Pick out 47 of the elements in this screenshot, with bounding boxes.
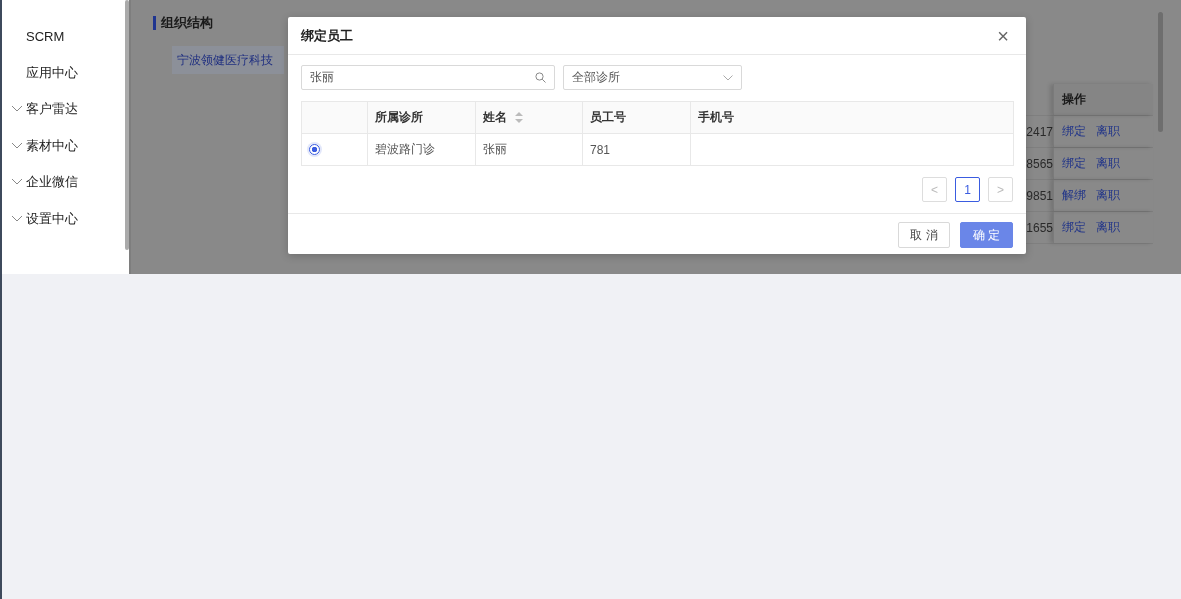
sidebar-item[interactable]: 设置中心 (26, 209, 78, 228)
scrollbar[interactable] (125, 0, 129, 250)
next-page-button[interactable]: > (988, 177, 1013, 202)
confirm-button[interactable]: 确 定 (960, 222, 1013, 248)
page-button[interactable]: 1 (955, 177, 980, 202)
cancel-button[interactable]: 取 消 (898, 222, 950, 248)
table-cell: 781 (590, 142, 611, 157)
table-cell: 碧波路门诊 (375, 141, 435, 158)
column-header: 手机号 (698, 109, 734, 126)
chevron-down-icon (11, 214, 23, 223)
search-field[interactable]: 张丽 (301, 65, 555, 90)
chevron-down-icon (11, 178, 23, 187)
section-title: 组织结构 (161, 14, 213, 32)
table-cell: 张丽 (483, 141, 507, 158)
action-link[interactable]: 绑定 (1062, 219, 1086, 236)
action-link[interactable]: 离职 (1096, 219, 1120, 236)
scrollbar[interactable] (1158, 12, 1163, 132)
table-cell-text: 2417 (1025, 123, 1053, 141)
sidebar-item[interactable]: 素材中心 (26, 136, 78, 155)
sidebar-item[interactable]: 企业微信 (26, 173, 78, 192)
column-header: 操作 (1062, 91, 1086, 108)
chevron-down-icon (11, 141, 23, 150)
table-cell-text: 8565 (1025, 155, 1053, 173)
action-link[interactable]: 离职 (1096, 155, 1120, 172)
action-link[interactable]: 解绑 (1062, 187, 1086, 204)
column-header: 姓名 (483, 109, 507, 126)
action-link[interactable]: 离职 (1096, 187, 1120, 204)
action-link[interactable]: 绑定 (1062, 123, 1086, 140)
tree-item[interactable]: 宁波领健医疗科技 (172, 46, 284, 74)
sidebar-item[interactable]: SCRM (26, 28, 65, 44)
sidebar-item[interactable]: 应用中心 (26, 63, 78, 82)
chevron-down-icon (723, 74, 733, 81)
prev-page-button[interactable]: < (922, 177, 947, 202)
column-header: 员工号 (590, 109, 626, 126)
table-cell-text: 9851 (1025, 187, 1053, 205)
sort-icon[interactable] (515, 112, 523, 123)
clinic-select[interactable]: 全部诊所 (563, 65, 742, 90)
radio-button[interactable] (309, 144, 320, 155)
action-link[interactable]: 绑定 (1062, 155, 1086, 172)
dialog-title: 绑定员工 (301, 26, 353, 45)
sidebar-item[interactable]: 客户雷达 (26, 100, 78, 119)
table-cell-text: 1655 (1025, 219, 1053, 237)
search-icon[interactable] (535, 72, 546, 83)
chevron-down-icon (11, 105, 23, 114)
action-link[interactable]: 离职 (1096, 123, 1120, 140)
column-header: 所属诊所 (375, 109, 423, 126)
close-icon[interactable]: × (997, 25, 1013, 46)
